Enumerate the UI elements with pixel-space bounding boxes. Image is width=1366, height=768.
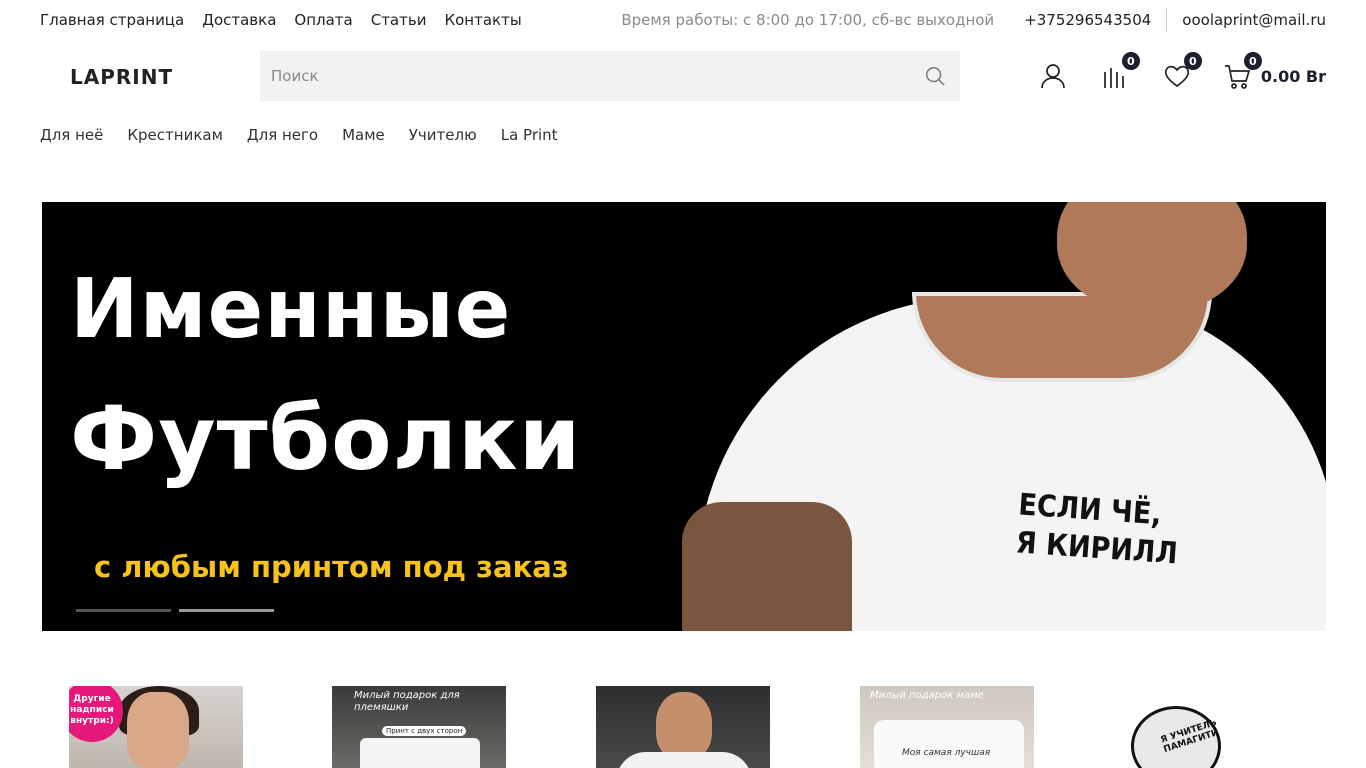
banner-title-line1: Именные <box>70 262 512 357</box>
category-menu: Для неё Крестникам Для него Маме Учителю… <box>40 126 558 144</box>
banner-arm-image <box>682 502 852 631</box>
hero-banner[interactable]: ЕСЛИ ЧЁ, Я КИРИЛЛ Именные Футболки с люб… <box>42 202 1326 631</box>
product-title-text: Милый подарок маме <box>870 690 984 701</box>
top-nav-delivery[interactable]: Доставка <box>202 11 276 29</box>
product-print-text: Моя самая лучшая <box>902 748 991 758</box>
top-nav-contacts[interactable]: Контакты <box>444 11 521 29</box>
account-icon[interactable] <box>1039 62 1067 90</box>
category-la-print[interactable]: La Print <box>501 126 558 144</box>
working-hours: Время работы: с 8:00 до 17:00, сб-вс вых… <box>621 11 995 29</box>
banner-title-line2: Футболки <box>70 387 582 490</box>
banner-face-image <box>1057 202 1247 312</box>
top-nav-payment[interactable]: Оплата <box>294 11 352 29</box>
product-title-text: Милый подарок для племяшки <box>354 690 460 713</box>
product-image-face <box>127 692 189 768</box>
favorites-count-badge: 0 <box>1183 52 1202 70</box>
top-nav-home[interactable]: Главная страница <box>40 11 184 29</box>
top-bar: Главная страница Доставка Оплата Статьи … <box>40 0 1326 40</box>
cart-total[interactable]: 0.00 Br <box>1261 67 1326 86</box>
contact-info: Время работы: с 8:00 до 17:00, сб-вс вых… <box>621 8 1326 32</box>
slider-dot-1[interactable] <box>76 609 171 612</box>
compare-button[interactable]: 0 <box>1101 52 1140 90</box>
cart-button[interactable]: 0 <box>1223 52 1262 90</box>
search-box <box>260 51 960 101</box>
product-card-4[interactable]: Милый подарок маме Моя самая лучшая <box>860 686 1034 768</box>
search-input[interactable] <box>260 51 960 101</box>
slider-pagination <box>76 609 274 612</box>
product-card-1[interactable]: Другие надписи внутри:) <box>69 686 243 768</box>
site-logo[interactable]: LAPRINT <box>70 65 173 89</box>
product-note: Принт с двух сторон <box>382 726 467 736</box>
product-badge: Другие надписи внутри:) <box>69 686 123 742</box>
category-for-her[interactable]: Для неё <box>40 126 103 144</box>
slider-dot-2[interactable] <box>179 609 274 612</box>
banner-subtitle: с любым принтом под заказ <box>94 550 569 584</box>
product-image-tshirt <box>616 752 752 768</box>
product-image-pillow <box>874 720 1024 768</box>
product-card-2[interactable]: Милый подарок для племяшки Принт с двух … <box>332 686 506 768</box>
top-nav-articles[interactable]: Статьи <box>371 11 427 29</box>
category-mom[interactable]: Маме <box>342 126 385 144</box>
phone-link[interactable]: +375296543504 <box>1024 8 1168 32</box>
category-teacher[interactable]: Учителю <box>409 126 477 144</box>
header: LAPRINT 0 0 0 0.00 Br <box>40 51 1326 101</box>
search-icon[interactable] <box>924 65 946 87</box>
product-card-3[interactable] <box>596 686 770 768</box>
product-card-5[interactable]: Я УЧИТЕЛЬ ПАМАГИТИ <box>1123 686 1223 768</box>
category-godchildren[interactable]: Крестникам <box>127 126 223 144</box>
top-nav: Главная страница Доставка Оплата Статьи … <box>40 11 522 29</box>
product-image-man <box>656 692 712 760</box>
product-image-mug <box>360 738 480 768</box>
header-actions: 0 0 0 0.00 Br <box>1039 51 1326 101</box>
banner-shirt-print: ЕСЛИ ЧЁ, Я КИРИЛЛ <box>1015 486 1182 573</box>
category-for-him[interactable]: Для него <box>247 126 318 144</box>
email-link[interactable]: ooolaprint@mail.ru <box>1167 11 1326 29</box>
compare-count-badge: 0 <box>1121 52 1140 70</box>
favorites-button[interactable]: 0 <box>1163 52 1202 90</box>
cart-count-badge: 0 <box>1243 52 1262 70</box>
